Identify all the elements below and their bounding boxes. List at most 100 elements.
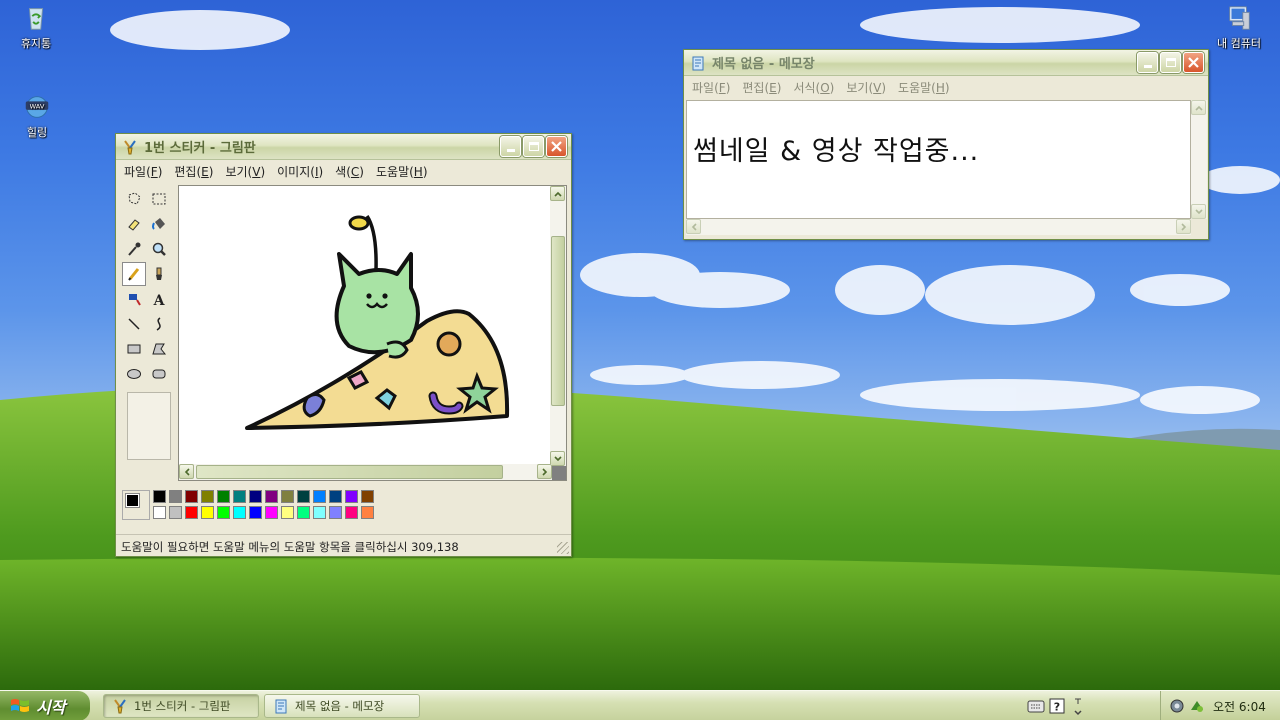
- canvas-vertical-scrollbar[interactable]: [550, 186, 566, 466]
- scroll-left-button[interactable]: [686, 219, 701, 234]
- scroll-right-button[interactable]: [1176, 219, 1191, 234]
- minimize-button[interactable]: [1137, 52, 1158, 73]
- menu-edit[interactable]: 편집(E): [736, 79, 787, 96]
- menu-file[interactable]: 파일(F): [686, 79, 736, 96]
- color-swatch[interactable]: [233, 490, 246, 503]
- notepad-titlebar[interactable]: 제목 없음 - 메모장: [684, 50, 1208, 76]
- minimize-button[interactable]: [500, 136, 521, 157]
- rectangle-tool[interactable]: [122, 337, 146, 361]
- recycle-bin-icon[interactable]: 휴지통: [0, 3, 73, 51]
- scroll-thumb[interactable]: [551, 236, 565, 406]
- menu-accel: V: [873, 80, 882, 95]
- color-swatch[interactable]: [313, 506, 326, 519]
- notepad-window[interactable]: 제목 없음 - 메모장 파일(F) 편집(E) 서식(O) 보기(V) 도움말(…: [683, 49, 1209, 240]
- scroll-thumb[interactable]: [196, 465, 503, 479]
- color-swatch[interactable]: [249, 506, 262, 519]
- color-swatch[interactable]: [169, 490, 182, 503]
- rect-select-tool[interactable]: [147, 187, 171, 211]
- scroll-down-button[interactable]: [1191, 204, 1206, 219]
- color-swatch[interactable]: [297, 490, 310, 503]
- color-swatch[interactable]: [345, 490, 358, 503]
- maximize-button[interactable]: [523, 136, 544, 157]
- clock[interactable]: 오전 6:04: [1213, 698, 1266, 715]
- color-swatch[interactable]: [329, 490, 342, 503]
- free-select-tool[interactable]: [122, 187, 146, 211]
- resize-grip[interactable]: [557, 542, 569, 554]
- close-button[interactable]: [546, 136, 567, 157]
- color-swatch[interactable]: [265, 490, 278, 503]
- menu-format[interactable]: 서식(O): [787, 79, 840, 96]
- scroll-up-button[interactable]: [550, 186, 565, 201]
- menu-image[interactable]: 이미지(I): [271, 163, 329, 180]
- color-swatch[interactable]: [313, 490, 326, 503]
- color-swatch[interactable]: [153, 490, 166, 503]
- text-tool[interactable]: A: [147, 287, 171, 311]
- current-colors[interactable]: [122, 490, 150, 520]
- eraser-tool[interactable]: [122, 212, 146, 236]
- security-center-icon[interactable]: [1169, 698, 1185, 714]
- help-icon[interactable]: ?: [1049, 698, 1065, 714]
- my-computer-icon[interactable]: 내 컴퓨터: [1202, 3, 1276, 51]
- menu-file[interactable]: 파일(F): [118, 163, 168, 180]
- scroll-up-button[interactable]: [1191, 100, 1206, 115]
- keyboard-icon[interactable]: [1027, 698, 1045, 714]
- menu-view[interactable]: 보기(V): [840, 79, 892, 96]
- airbrush-tool[interactable]: [122, 287, 146, 311]
- ellipse-tool[interactable]: [122, 362, 146, 386]
- color-swatch[interactable]: [249, 490, 262, 503]
- color-swatch[interactable]: [233, 506, 246, 519]
- close-button[interactable]: [1183, 52, 1204, 73]
- menu-view[interactable]: 보기(V): [219, 163, 271, 180]
- color-picker-tool[interactable]: [122, 237, 146, 261]
- menu-edit[interactable]: 편집(E): [168, 163, 219, 180]
- color-swatch[interactable]: [297, 506, 310, 519]
- polygon-tool[interactable]: [147, 337, 171, 361]
- notepad-menubar: 파일(F) 편집(E) 서식(O) 보기(V) 도움말(H): [684, 76, 1208, 98]
- taskbar-item-notepad[interactable]: 제목 없음 - 메모장: [264, 694, 420, 718]
- scroll-left-button[interactable]: [179, 464, 194, 479]
- fill-tool[interactable]: [147, 212, 171, 236]
- scroll-down-button[interactable]: [550, 451, 565, 466]
- wav-file-icon[interactable]: WAV 힐링: [0, 92, 74, 140]
- color-swatch[interactable]: [185, 490, 198, 503]
- scroll-right-button[interactable]: [537, 464, 552, 479]
- color-swatch[interactable]: [361, 506, 374, 519]
- paint-titlebar[interactable]: 1번 스티커 - 그림판: [116, 134, 571, 160]
- menu-help[interactable]: 도움말(H): [892, 79, 956, 96]
- chevron-up-icon: [553, 191, 562, 197]
- canvas-horizontal-scrollbar[interactable]: [179, 464, 552, 480]
- notepad-text-area[interactable]: 썸네일 & 영상 작업중...: [686, 100, 1191, 219]
- tool-options-box[interactable]: [127, 392, 171, 460]
- color-swatch[interactable]: [281, 490, 294, 503]
- brush-tool[interactable]: [147, 262, 171, 286]
- color-swatch[interactable]: [201, 490, 214, 503]
- taskbar-item-paint[interactable]: 1번 스티커 - 그림판: [103, 694, 259, 718]
- ellipse-icon: [127, 369, 141, 379]
- menu-colors[interactable]: 색(C): [329, 163, 370, 180]
- language-bar-options-icon[interactable]: [1072, 695, 1084, 717]
- menu-help[interactable]: 도움말(H): [370, 163, 434, 180]
- notepad-vertical-scrollbar[interactable]: [1191, 100, 1207, 219]
- color-swatch[interactable]: [281, 506, 294, 519]
- curve-tool[interactable]: [147, 312, 171, 336]
- color-swatch[interactable]: [201, 506, 214, 519]
- network-icon[interactable]: [1189, 698, 1205, 714]
- color-swatch[interactable]: [217, 490, 230, 503]
- magnifier-tool[interactable]: [147, 237, 171, 261]
- paint-window[interactable]: 1번 스티커 - 그림판 파일(F) 편집(E) 보기(V) 이미지(I) 색(…: [115, 133, 572, 557]
- rounded-rectangle-tool[interactable]: [147, 362, 171, 386]
- line-tool[interactable]: [122, 312, 146, 336]
- pencil-tool[interactable]: [122, 262, 146, 286]
- maximize-button[interactable]: [1160, 52, 1181, 73]
- color-swatch[interactable]: [345, 506, 358, 519]
- notepad-horizontal-scrollbar[interactable]: [686, 219, 1191, 235]
- color-swatch[interactable]: [153, 506, 166, 519]
- color-swatch[interactable]: [361, 490, 374, 503]
- color-swatch[interactable]: [329, 506, 342, 519]
- drawing-canvas[interactable]: [179, 186, 552, 466]
- color-swatch[interactable]: [169, 506, 182, 519]
- color-swatch[interactable]: [185, 506, 198, 519]
- color-swatch[interactable]: [265, 506, 278, 519]
- start-button[interactable]: 시작: [0, 691, 90, 720]
- color-swatch[interactable]: [217, 506, 230, 519]
